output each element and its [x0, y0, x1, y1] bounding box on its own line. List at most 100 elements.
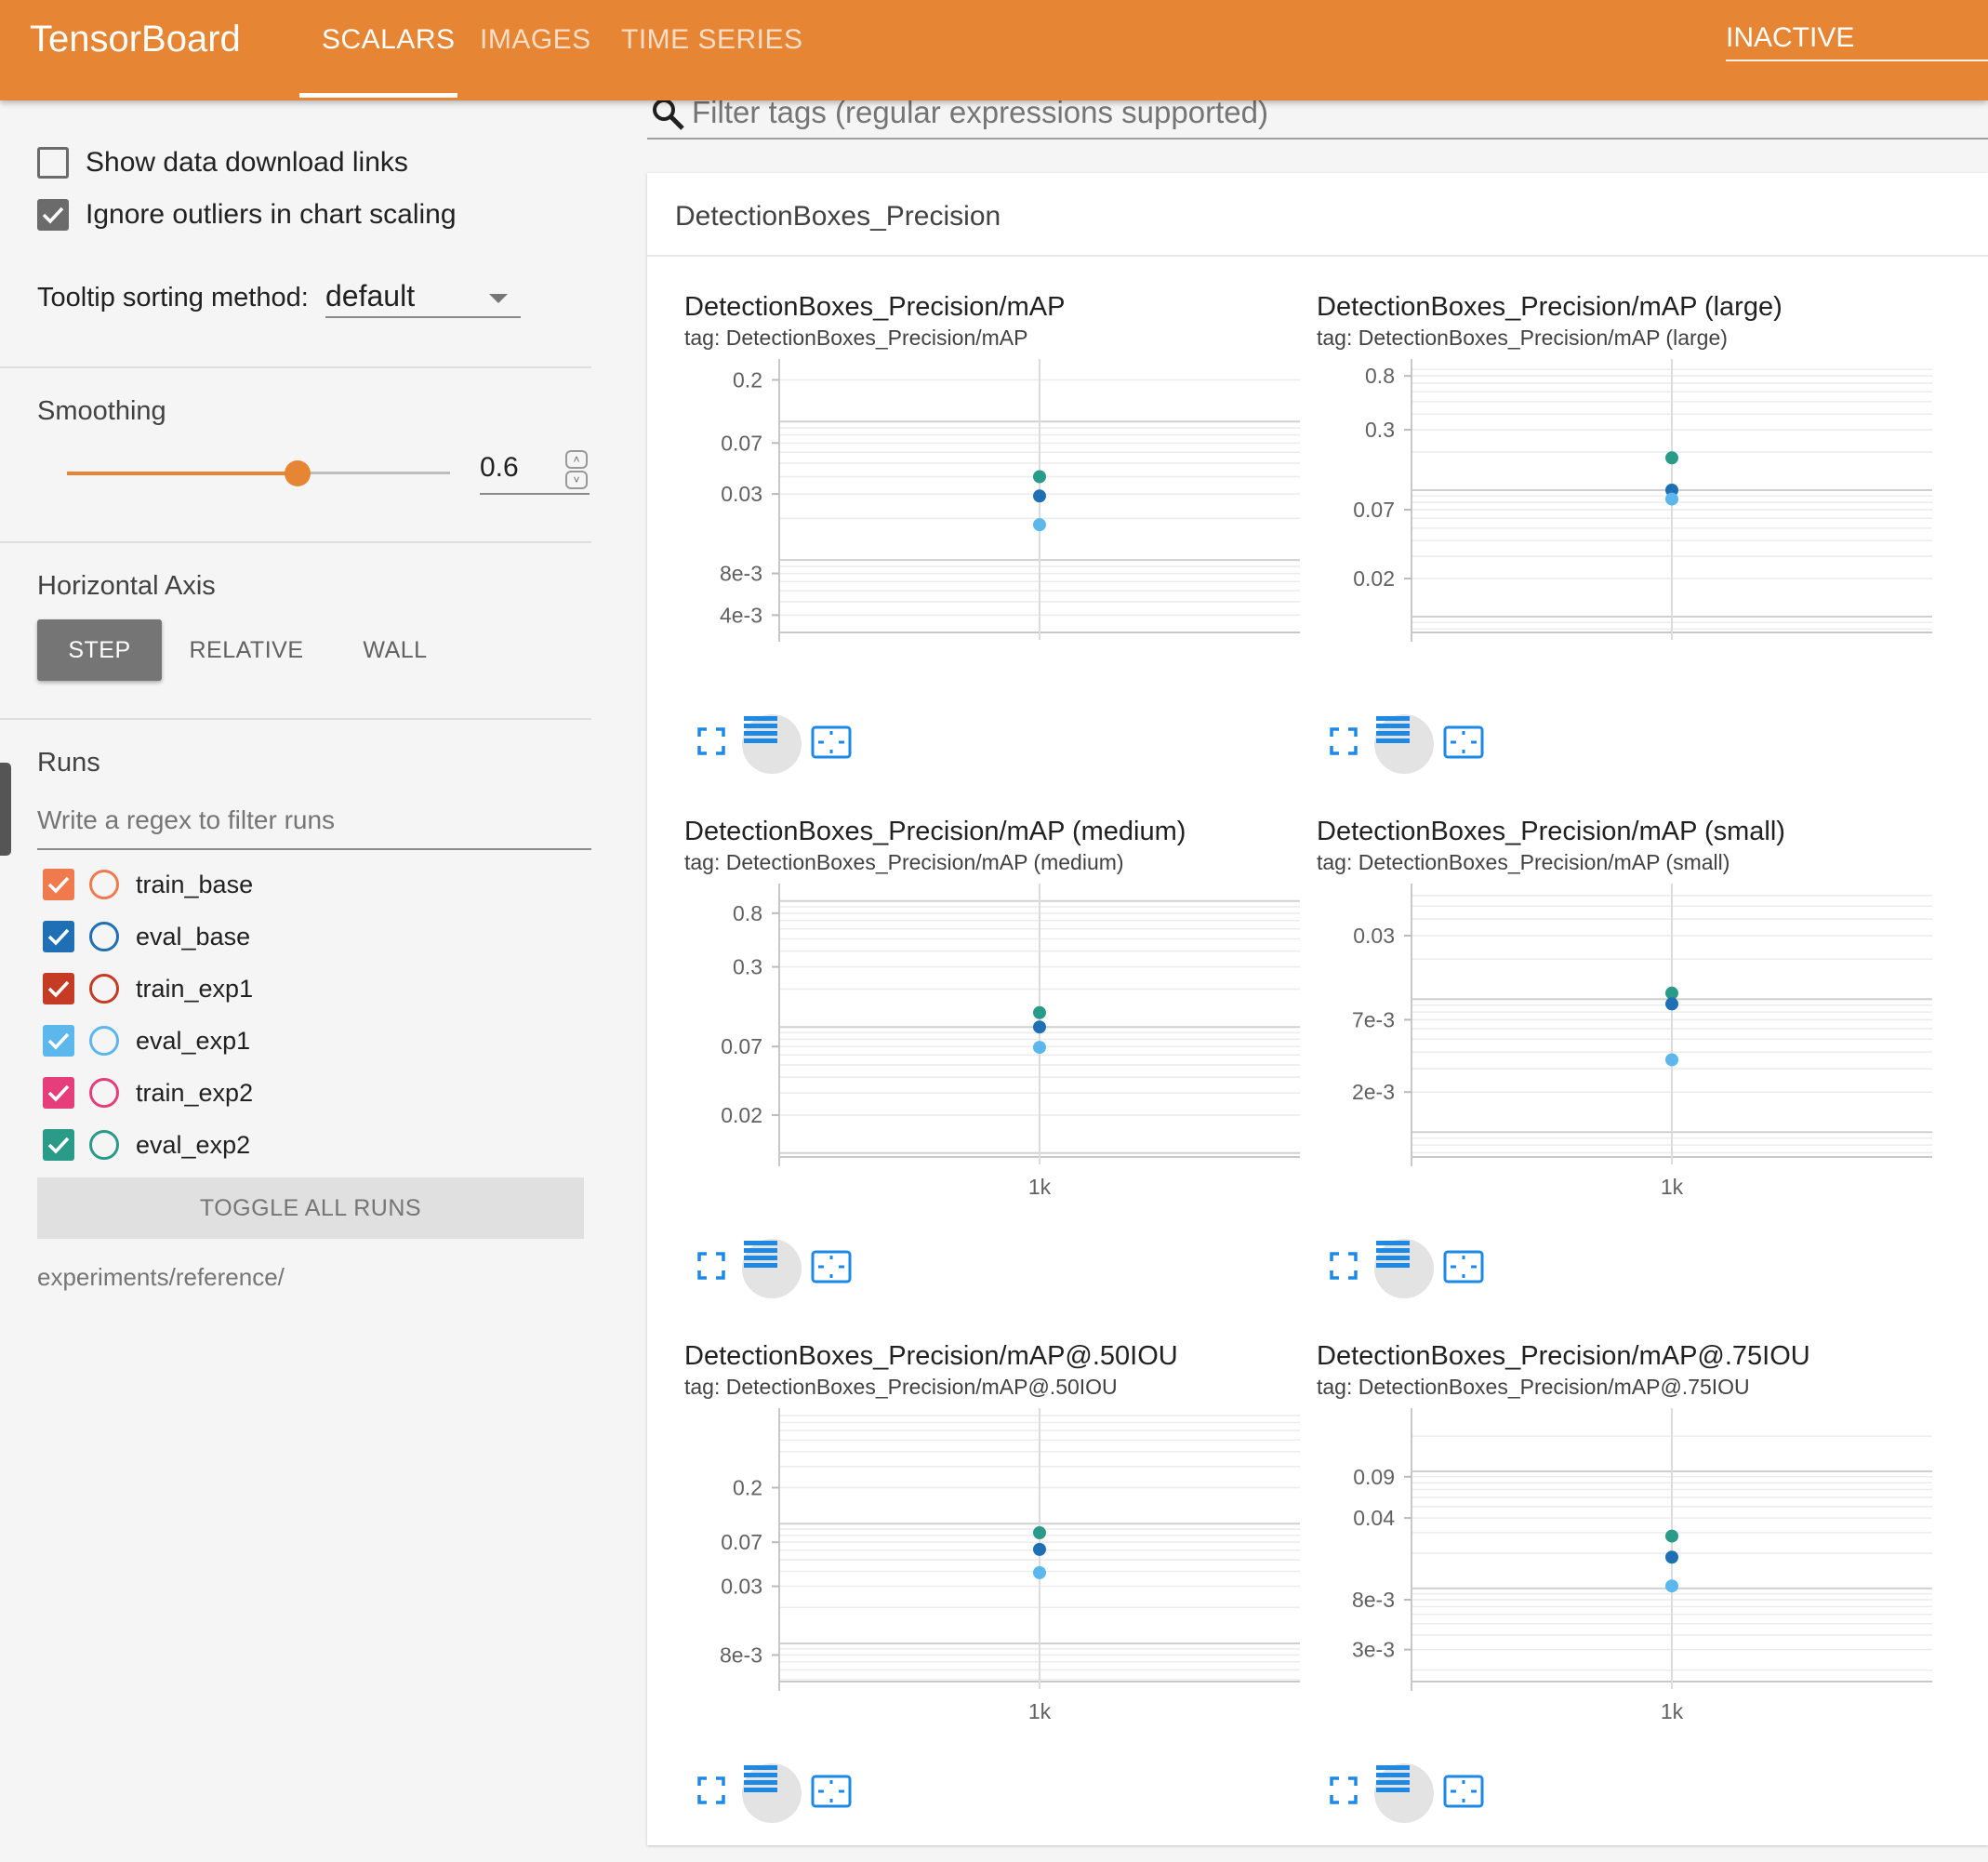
data-point[interactable] — [1033, 1005, 1046, 1019]
scalar-chart: 0.2 0.07 0.03 8e-3 1k DetectionBoxes_Precisio… — [684, 1341, 1317, 1862]
chart-plot[interactable]: 0.2 0.07 0.03 8e-3 4e-3 — [684, 292, 1317, 757]
y-tick-label: 0.03 — [721, 482, 762, 506]
show-download-links-checkbox[interactable] — [37, 147, 69, 179]
y-tick-label: 0.3 — [1365, 418, 1395, 442]
run-item[interactable]: train_exp2 — [43, 1077, 253, 1109]
toggle-log-scale-icon[interactable] — [742, 1763, 802, 1823]
x-tick-label: 1k — [1028, 1175, 1052, 1199]
spin-down-icon[interactable]: ˅ — [565, 471, 588, 489]
chart-tag: tag: DetectionBoxes_Precision/mAP@.50IOU — [684, 1375, 1118, 1399]
data-point[interactable] — [1665, 1053, 1678, 1067]
ignore-outliers-checkbox[interactable] — [37, 199, 69, 231]
fit-domain-icon[interactable] — [1443, 725, 1484, 761]
fit-domain-icon[interactable] — [811, 1775, 852, 1810]
fit-domain-icon[interactable] — [1443, 1775, 1484, 1810]
run-color-circle-icon[interactable] — [89, 1078, 119, 1108]
sidebar-scroll-handle[interactable] — [0, 763, 11, 856]
fullscreen-icon[interactable] — [1330, 727, 1361, 759]
run-item[interactable]: train_base — [43, 869, 253, 900]
run-color-circle-icon[interactable] — [89, 1026, 119, 1056]
y-tick-label: 0.04 — [1353, 1506, 1395, 1530]
fullscreen-icon[interactable] — [697, 1252, 729, 1283]
run-color-circle-icon[interactable] — [89, 1130, 119, 1160]
run-checkbox[interactable] — [43, 921, 74, 952]
chart-title: DetectionBoxes_Precision/mAP@.50IOU — [684, 1341, 1178, 1371]
y-tick-label: 0.02 — [721, 1103, 762, 1127]
run-checkbox[interactable] — [43, 1025, 74, 1057]
run-item[interactable]: eval_base — [43, 921, 250, 952]
run-checkbox[interactable] — [43, 973, 74, 1004]
toggle-log-scale-icon[interactable] — [742, 714, 802, 774]
data-point[interactable] — [1033, 1542, 1046, 1556]
show-download-links-option[interactable]: Show data download links — [37, 147, 408, 179]
chart-tag: tag: DetectionBoxes_Precision/mAP — [684, 326, 1028, 350]
data-point[interactable] — [1033, 1041, 1046, 1055]
category-header[interactable]: DetectionBoxes_Precision — [647, 173, 1988, 257]
runs-regex-input[interactable]: Write a regex to filter runs — [37, 805, 591, 850]
spin-up-icon[interactable]: ˄ — [565, 450, 588, 469]
tab-time-series[interactable]: TIME SERIES — [621, 24, 803, 56]
toggle-log-scale-icon[interactable] — [1374, 1763, 1434, 1823]
data-point[interactable] — [1033, 470, 1046, 484]
tab-images[interactable]: IMAGES — [480, 24, 591, 56]
run-item[interactable]: eval_exp1 — [43, 1025, 250, 1057]
chart-plot[interactable]: 0.09 0.04 8e-3 3e-3 1k — [1317, 1341, 1949, 1806]
haxis-wall-button[interactable]: WALL — [344, 619, 446, 681]
run-item[interactable]: train_exp1 — [43, 973, 253, 1004]
run-name: train_exp2 — [136, 1078, 254, 1107]
scalars-category-card: DetectionBoxes_Precision 0.2 0.07 0.03 8e-3… — [647, 173, 1988, 1845]
tab-scalars[interactable]: SCALARS — [322, 24, 456, 56]
chart-plot[interactable]: 0.03 7e-3 2e-3 1k — [1317, 817, 1949, 1282]
data-point[interactable] — [1665, 1550, 1678, 1564]
show-download-links-label: Show data download links — [86, 147, 408, 178]
y-tick-label: 0.03 — [721, 1575, 762, 1599]
data-point[interactable] — [1665, 1529, 1678, 1543]
run-color-circle-icon[interactable] — [89, 974, 119, 1004]
smoothing-slider-knob[interactable] — [285, 460, 311, 486]
run-name: eval_exp1 — [136, 1026, 251, 1055]
tooltip-sorting-select[interactable]: default — [325, 279, 521, 318]
data-point[interactable] — [1033, 1565, 1046, 1579]
fullscreen-icon[interactable] — [697, 1776, 729, 1808]
run-color-circle-icon[interactable] — [89, 870, 119, 899]
y-tick-label: 0.3 — [733, 955, 762, 979]
data-point[interactable] — [1033, 518, 1046, 532]
run-checkbox[interactable] — [43, 1077, 74, 1109]
chart-tag: tag: DetectionBoxes_Precision/mAP (large… — [1317, 326, 1728, 350]
ignore-outliers-option[interactable]: Ignore outliers in chart scaling — [37, 199, 457, 231]
fullscreen-icon[interactable] — [1330, 1776, 1361, 1808]
fit-domain-icon[interactable] — [811, 725, 852, 761]
chart-plot[interactable]: 0.8 0.3 0.07 0.02 1k — [684, 817, 1317, 1282]
run-checkbox[interactable] — [43, 1129, 74, 1161]
run-item[interactable]: eval_exp2 — [43, 1129, 250, 1161]
data-point[interactable] — [1033, 489, 1046, 503]
data-point[interactable] — [1033, 1020, 1046, 1034]
runs-regex-placeholder: Write a regex to filter runs — [37, 805, 336, 834]
toggle-log-scale-icon[interactable] — [1374, 714, 1434, 774]
scalar-chart: 0.09 0.04 8e-3 3e-3 1k DetectionBoxes_Precisi… — [1317, 1341, 1949, 1862]
toggle-log-scale-icon[interactable] — [742, 1239, 802, 1298]
fit-domain-icon[interactable] — [1443, 1250, 1484, 1285]
smoothing-slider-fill — [67, 472, 298, 475]
y-tick-label: 0.8 — [1365, 364, 1395, 388]
data-point[interactable] — [1665, 451, 1678, 465]
run-color-circle-icon[interactable] — [89, 922, 119, 951]
chart-plot[interactable]: 0.2 0.07 0.03 8e-3 1k — [684, 1341, 1317, 1806]
y-tick-label: 0.07 — [721, 1034, 762, 1058]
haxis-relative-button[interactable]: RELATIVE — [177, 619, 316, 681]
toggle-all-runs-button[interactable]: TOGGLE ALL RUNS — [37, 1177, 584, 1239]
data-point[interactable] — [1033, 1525, 1046, 1539]
chart-tag: tag: DetectionBoxes_Precision/mAP (mediu… — [684, 850, 1124, 874]
fit-domain-icon[interactable] — [811, 1250, 852, 1285]
toggle-log-scale-icon[interactable] — [1374, 1239, 1434, 1298]
fullscreen-icon[interactable] — [1330, 1252, 1361, 1283]
chart-plot[interactable]: 0.8 0.3 0.07 0.02 — [1317, 292, 1949, 757]
y-tick-label: 8e-3 — [720, 562, 762, 586]
haxis-step-button[interactable]: STEP — [37, 619, 162, 681]
fullscreen-icon[interactable] — [697, 727, 729, 759]
data-point[interactable] — [1665, 997, 1678, 1011]
data-point[interactable] — [1665, 492, 1678, 506]
inactive-plugins-dropdown[interactable]: INACTIVE — [1726, 22, 1854, 54]
run-checkbox[interactable] — [43, 869, 74, 900]
data-point[interactable] — [1665, 1579, 1678, 1593]
